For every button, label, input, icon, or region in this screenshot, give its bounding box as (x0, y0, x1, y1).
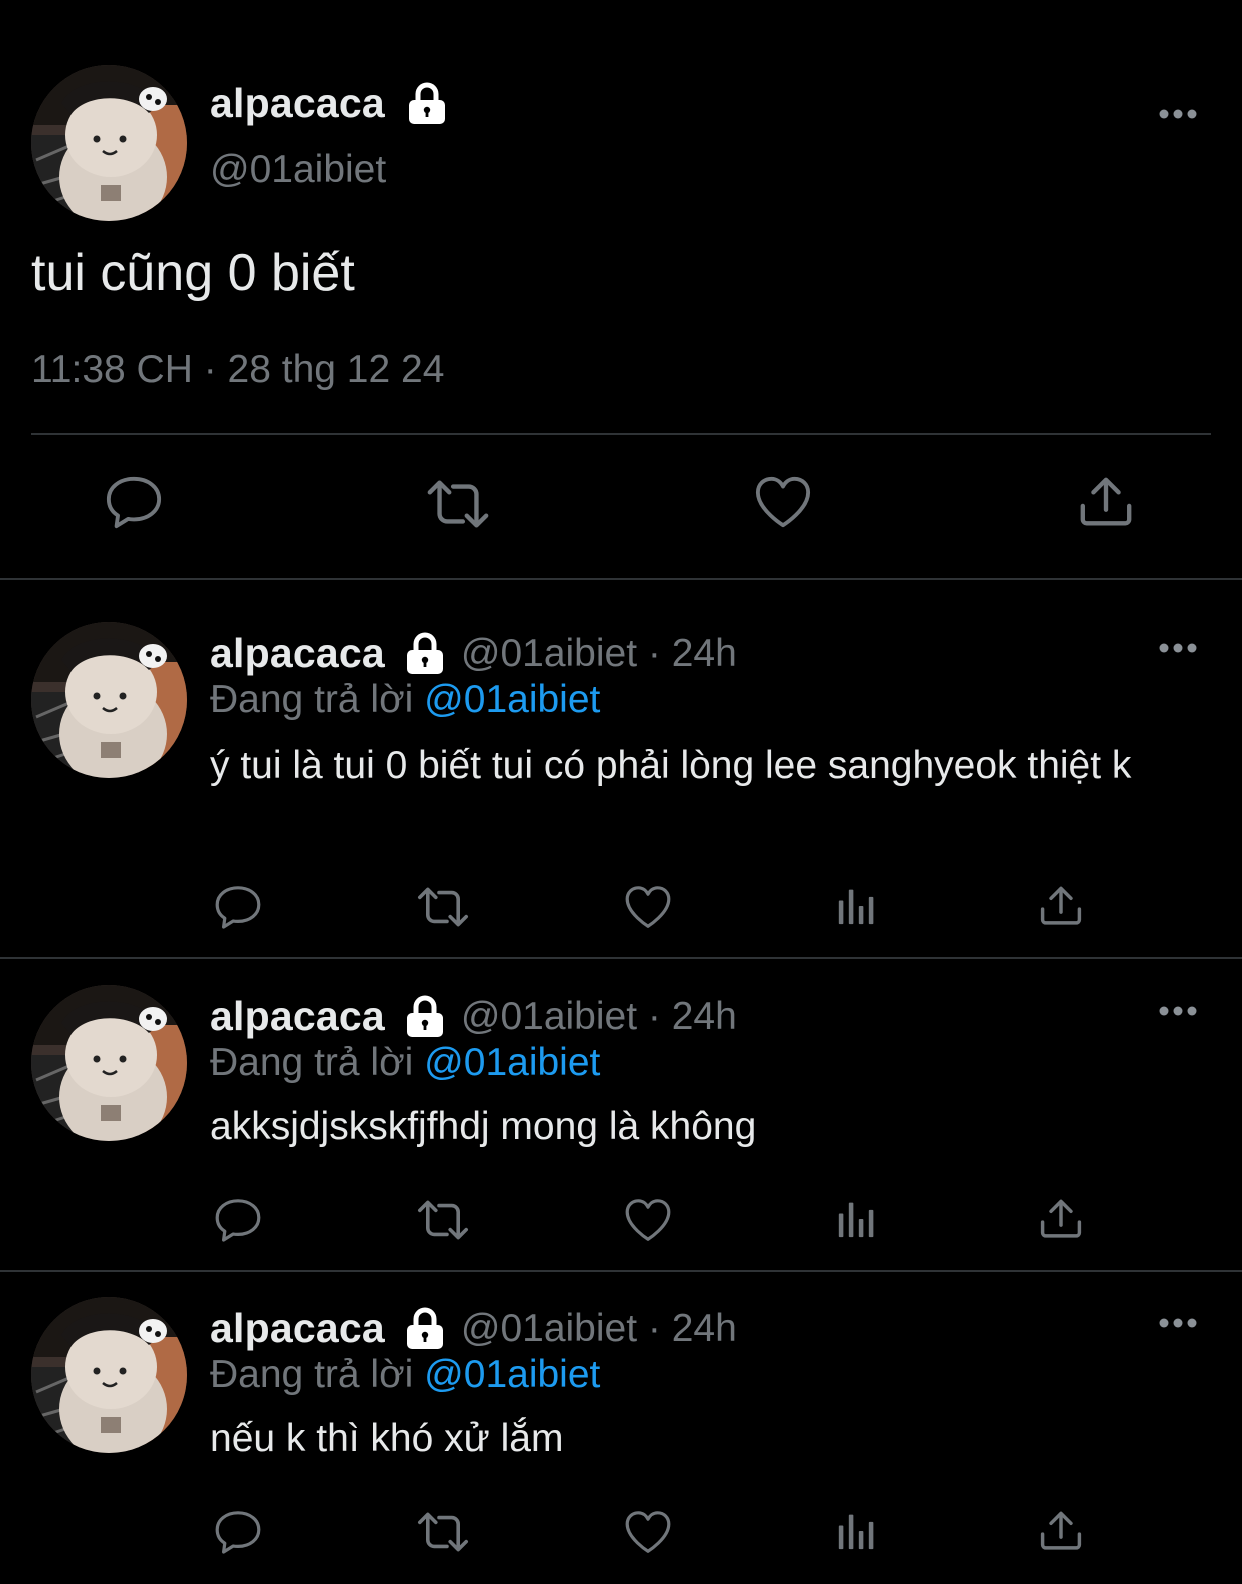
retweet-icon (415, 1509, 471, 1555)
lock-icon (407, 82, 447, 126)
replying-to: Đang trả lời @01aibiet (210, 1353, 600, 1397)
replying-label: Đang trả lời (210, 1041, 414, 1084)
divider (31, 433, 1211, 435)
retweet-icon (415, 884, 471, 930)
like-icon (624, 884, 672, 930)
reply-header: alpacaca @01aibiet · 24h (210, 993, 737, 1040)
more-icon[interactable] (1158, 642, 1198, 654)
like-icon (754, 474, 812, 530)
tweet-text: tui cũng 0 biết (31, 244, 355, 302)
reply-tweet[interactable]: alpacaca @01aibiet · 24h Đang trả lời @0… (0, 985, 1242, 1270)
reply-icon (105, 474, 163, 530)
more-icon[interactable] (1158, 1317, 1198, 1329)
avatar[interactable] (31, 1297, 187, 1453)
retweet-icon (424, 476, 492, 532)
like-icon (624, 1509, 672, 1555)
like-button[interactable] (624, 1197, 672, 1243)
replying-label: Đang trả lời (210, 1353, 414, 1396)
timestamp[interactable]: 11:38 CH · 28 thg 12 24 (31, 348, 444, 392)
handle[interactable]: @01aibiet (210, 148, 386, 192)
lock-icon (405, 632, 445, 676)
replying-to: Đang trả lời @01aibiet (210, 1041, 600, 1085)
like-button[interactable] (624, 884, 672, 930)
reply-button[interactable] (214, 884, 262, 930)
share-button[interactable] (1038, 1509, 1084, 1553)
lock-icon (405, 995, 445, 1039)
share-button[interactable] (1038, 884, 1084, 928)
mention-link[interactable]: @01aibiet (424, 1041, 600, 1084)
action-bar (0, 1197, 1242, 1247)
divider (0, 578, 1242, 580)
action-bar (0, 884, 1242, 934)
handle-and-time[interactable]: @01aibiet · 24h (461, 632, 737, 676)
more-icon[interactable] (1158, 108, 1198, 120)
retweet-button[interactable] (415, 1197, 471, 1243)
action-bar (0, 474, 1242, 534)
display-name[interactable]: alpacaca (210, 1305, 385, 1352)
mention-link[interactable]: @01aibiet (424, 678, 600, 721)
avatar[interactable] (31, 65, 187, 221)
retweet-button[interactable] (424, 476, 492, 532)
reply-button[interactable] (105, 474, 163, 530)
views-button[interactable] (837, 1199, 877, 1239)
tweet-text: akksjdjskskfjfhdj mong là không (210, 1105, 757, 1148)
handle-and-time[interactable]: @01aibiet · 24h (461, 995, 737, 1039)
tweet-text: ý tui là tui 0 biết tui có phải lòng lee… (210, 744, 1132, 787)
reply-icon (214, 884, 262, 930)
reply-tweet[interactable]: alpacaca @01aibiet · 24h Đang trả lời @0… (0, 1297, 1242, 1584)
divider (0, 1270, 1242, 1272)
share-icon (1077, 474, 1135, 530)
avatar[interactable] (31, 985, 187, 1141)
reply-button[interactable] (214, 1197, 262, 1243)
reply-header: alpacaca @01aibiet · 24h (210, 630, 737, 677)
divider (0, 957, 1242, 959)
like-button[interactable] (624, 1509, 672, 1555)
views-icon (837, 886, 877, 926)
lock-icon (405, 1307, 445, 1351)
display-name[interactable]: alpacaca (210, 80, 385, 127)
views-icon (837, 1511, 877, 1551)
share-icon (1038, 1509, 1084, 1553)
share-icon (1038, 1197, 1084, 1241)
retweet-icon (415, 1197, 471, 1243)
share-icon (1038, 884, 1084, 928)
display-name[interactable]: alpacaca (210, 993, 385, 1040)
author-row: alpacaca (210, 80, 447, 127)
tweet-text: nếu k thì khó xử lắm (210, 1417, 564, 1460)
tweet-thread: alpacaca @01aibiet tui cũng 0 biết 11:38… (0, 0, 1242, 1584)
reply-button[interactable] (214, 1509, 262, 1555)
more-icon[interactable] (1158, 1005, 1198, 1017)
replying-to: Đang trả lời @01aibiet (210, 678, 600, 722)
action-bar (0, 1509, 1242, 1559)
views-button[interactable] (837, 1511, 877, 1551)
retweet-button[interactable] (415, 884, 471, 930)
views-button[interactable] (837, 886, 877, 926)
display-name[interactable]: alpacaca (210, 630, 385, 677)
share-button[interactable] (1077, 474, 1135, 530)
replying-label: Đang trả lời (210, 678, 414, 721)
reply-tweet[interactable]: alpacaca @01aibiet · 24h Đang trả lời @0… (0, 622, 1242, 957)
handle-and-time[interactable]: @01aibiet · 24h (461, 1307, 737, 1351)
reply-icon (214, 1509, 262, 1555)
mention-link[interactable]: @01aibiet (424, 1353, 600, 1396)
like-icon (624, 1197, 672, 1243)
like-button[interactable] (754, 474, 812, 530)
avatar[interactable] (31, 622, 187, 778)
views-icon (837, 1199, 877, 1239)
reply-icon (214, 1197, 262, 1243)
main-tweet[interactable]: alpacaca @01aibiet tui cũng 0 biết 11:38… (0, 0, 1242, 578)
retweet-button[interactable] (415, 1509, 471, 1555)
share-button[interactable] (1038, 1197, 1084, 1241)
reply-header: alpacaca @01aibiet · 24h (210, 1305, 737, 1352)
